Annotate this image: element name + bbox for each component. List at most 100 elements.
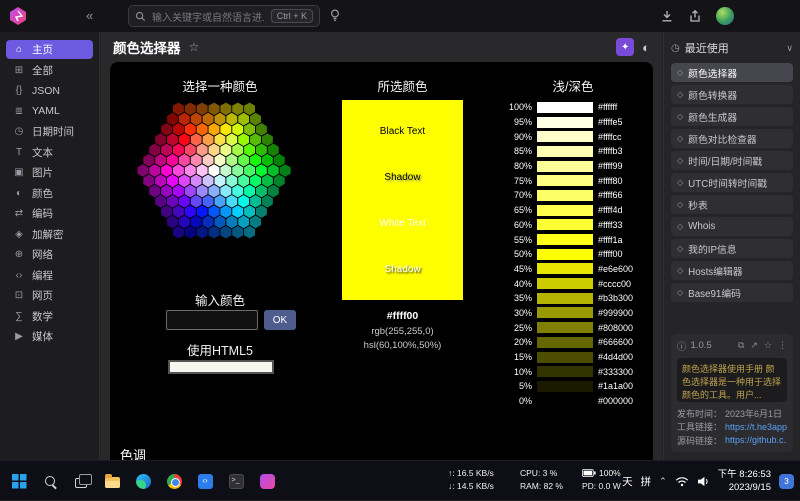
hex-cell[interactable]: [220, 164, 231, 177]
hex-cell[interactable]: [167, 154, 178, 167]
hex-cell[interactable]: [173, 103, 184, 116]
recent-header[interactable]: ◷ 最近使用 ∨: [671, 40, 793, 56]
shade-swatch[interactable]: [537, 352, 593, 363]
taskbar-app-start[interactable]: [5, 466, 33, 496]
shade-swatch[interactable]: [537, 175, 593, 186]
hex-cell[interactable]: [173, 164, 184, 177]
taskbar-app-search[interactable]: [36, 466, 64, 496]
hex-cell[interactable]: [226, 113, 237, 126]
sidebar-item-programming[interactable]: ‹›编程: [6, 266, 93, 285]
taskbar-app-taskview[interactable]: [67, 466, 95, 496]
share-icon[interactable]: [688, 9, 702, 23]
shade-swatch[interactable]: [537, 249, 593, 260]
sidebar-item-home[interactable]: ⌂主页: [6, 40, 93, 59]
hex-cell[interactable]: [185, 185, 196, 198]
taskbar-app-edge[interactable]: [129, 466, 157, 496]
hex-cell[interactable]: [185, 144, 196, 157]
hex-cell[interactable]: [203, 195, 214, 208]
chevron-down-icon[interactable]: ∨: [786, 43, 793, 54]
hex-cell[interactable]: [155, 133, 166, 146]
hex-cell[interactable]: [250, 195, 261, 208]
hex-cell[interactable]: [232, 123, 243, 136]
hex-cell[interactable]: [220, 205, 231, 218]
hex-cell[interactable]: [214, 154, 225, 167]
more-icon[interactable]: ⋮: [778, 340, 787, 351]
hex-cell[interactable]: [220, 185, 231, 198]
sidebar-item-math[interactable]: ∑数学: [6, 307, 93, 326]
hex-cell[interactable]: [185, 205, 196, 218]
hex-cell[interactable]: [244, 164, 255, 177]
shade-swatch[interactable]: [537, 146, 593, 157]
shade-swatch[interactable]: [537, 205, 593, 216]
hex-cell[interactable]: [256, 123, 267, 136]
app-logo-icon[interactable]: [8, 6, 28, 26]
avatar[interactable]: [716, 7, 734, 25]
hex-cell[interactable]: [238, 195, 249, 208]
ime-indicator[interactable]: 拼: [641, 474, 652, 489]
hex-cell[interactable]: [179, 195, 190, 208]
lab-badge-icon[interactable]: ✦: [616, 38, 634, 56]
shade-swatch[interactable]: [537, 307, 593, 318]
hex-cell[interactable]: [262, 133, 273, 146]
hex-cell[interactable]: [256, 205, 267, 218]
hex-cell[interactable]: [191, 133, 202, 146]
shade-swatch[interactable]: [537, 219, 593, 230]
hex-cell[interactable]: [238, 113, 249, 126]
hex-cell[interactable]: [197, 164, 208, 177]
recent-item-color-converter[interactable]: ◇颜色转换器: [671, 85, 793, 104]
hex-cell[interactable]: [226, 154, 237, 167]
hex-cell[interactable]: [256, 185, 267, 198]
volume-icon[interactable]: [697, 476, 710, 487]
hex-cell[interactable]: [226, 216, 237, 229]
hex-cell[interactable]: [173, 144, 184, 157]
taskbar-app-vscode[interactable]: [191, 466, 219, 496]
sidebar-item-all[interactable]: ⊞全部: [6, 61, 93, 80]
hex-color-picker[interactable]: [132, 98, 296, 243]
hex-cell[interactable]: [191, 154, 202, 167]
hex-cell[interactable]: [191, 113, 202, 126]
hex-cell[interactable]: [197, 123, 208, 136]
taskbar-app-he3[interactable]: [253, 466, 281, 496]
hex-cell[interactable]: [155, 174, 166, 187]
sidebar-item-color[interactable]: ◐颜色: [6, 184, 93, 203]
hex-cell[interactable]: [214, 216, 225, 229]
hex-cell[interactable]: [179, 216, 190, 229]
hex-cell[interactable]: [209, 103, 220, 116]
hex-cell[interactable]: [244, 205, 255, 218]
shade-swatch[interactable]: [537, 234, 593, 245]
hex-cell[interactable]: [232, 185, 243, 198]
sidebar-item-datetime[interactable]: ◷日期时间: [6, 122, 93, 141]
hex-cell[interactable]: [220, 103, 231, 116]
hex-cell[interactable]: [161, 144, 172, 157]
hex-cell[interactable]: [256, 144, 267, 157]
hex-cell[interactable]: [155, 154, 166, 167]
recent-item-my-ip-info[interactable]: ◇我的IP信息: [671, 239, 793, 258]
hex-cell[interactable]: [197, 144, 208, 157]
hex-cell[interactable]: [197, 103, 208, 116]
hex-cell[interactable]: [232, 226, 243, 239]
hex-cell[interactable]: [173, 123, 184, 136]
hex-cell[interactable]: [185, 164, 196, 177]
sidebar-item-json[interactable]: {}JSON: [6, 81, 93, 100]
hex-cell[interactable]: [143, 174, 154, 187]
hex-cell[interactable]: [185, 226, 196, 239]
hex-cell[interactable]: [209, 185, 220, 198]
hex-cell[interactable]: [220, 144, 231, 157]
hex-cell[interactable]: [244, 226, 255, 239]
sidebar-item-text[interactable]: T文本: [6, 143, 93, 162]
hidden-icons-chevron[interactable]: ⌃: [659, 476, 667, 487]
hex-cell[interactable]: [244, 123, 255, 136]
download-icon[interactable]: [660, 9, 674, 23]
hex-cell[interactable]: [232, 205, 243, 218]
hex-cell[interactable]: [209, 123, 220, 136]
hex-cell[interactable]: [250, 174, 261, 187]
shade-swatch[interactable]: [537, 131, 593, 142]
hex-cell[interactable]: [274, 174, 285, 187]
hex-cell[interactable]: [209, 226, 220, 239]
taskbar-app-explorer[interactable]: [98, 466, 126, 496]
hex-cell[interactable]: [173, 226, 184, 239]
hex-cell[interactable]: [268, 144, 279, 157]
hex-cell[interactable]: [185, 123, 196, 136]
recent-item-color-generator[interactable]: ◇颜色生成器: [671, 107, 793, 126]
hex-cell[interactable]: [262, 195, 273, 208]
